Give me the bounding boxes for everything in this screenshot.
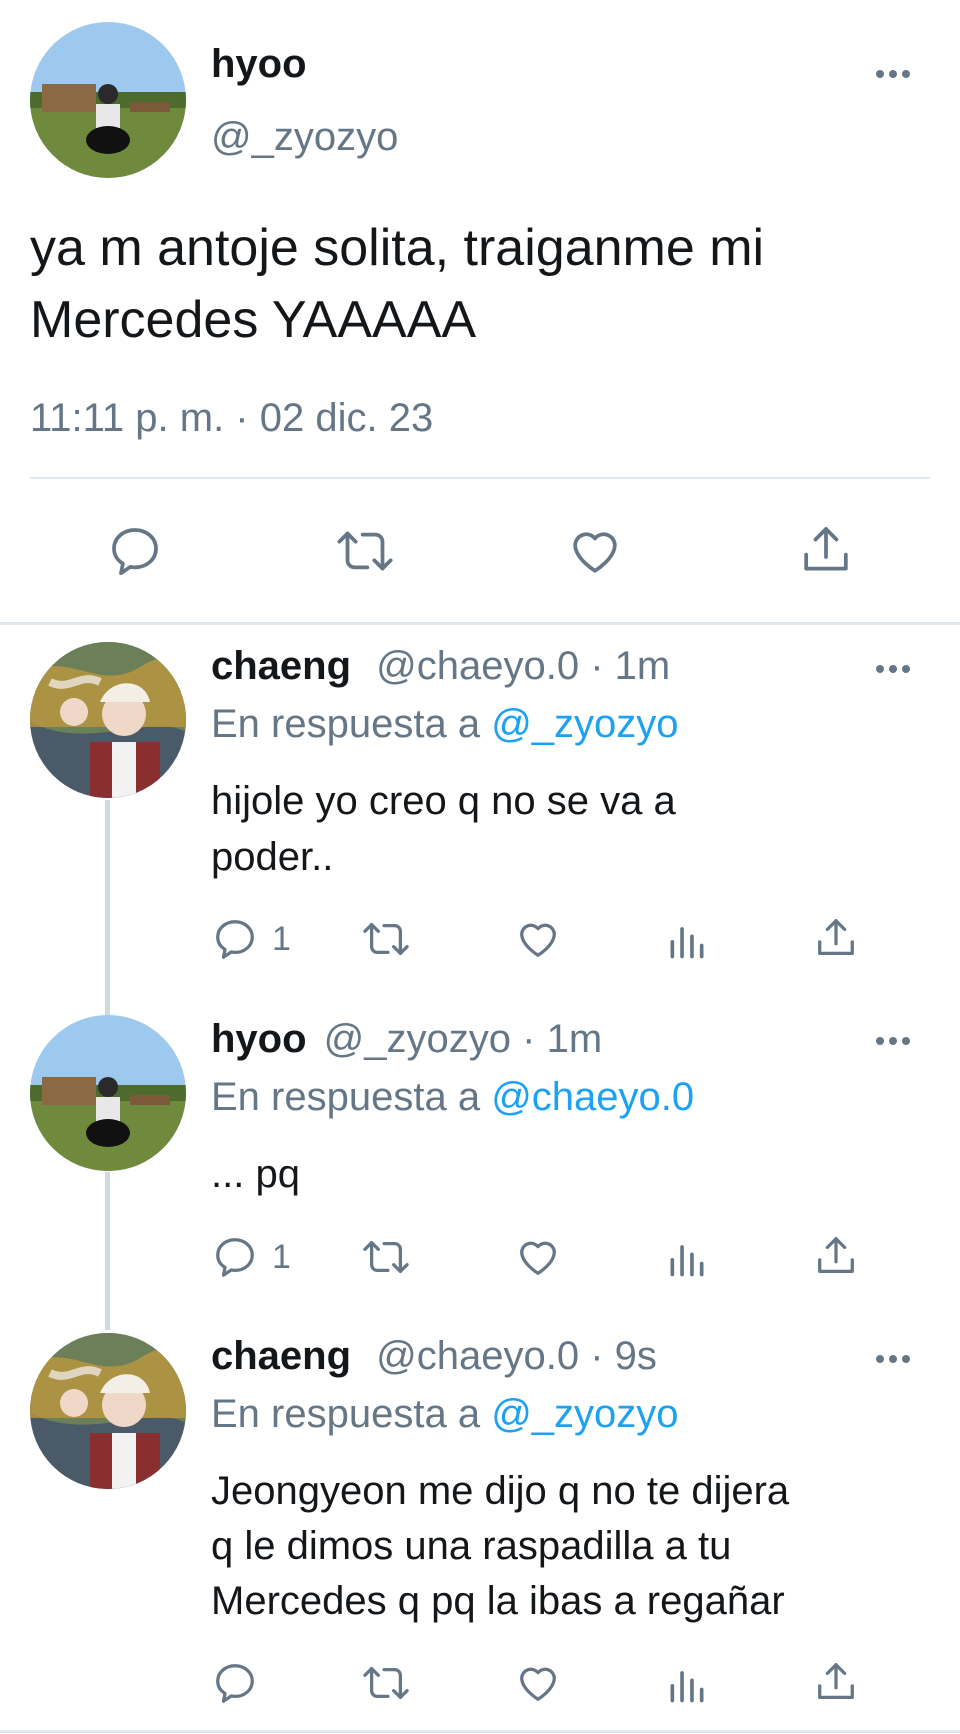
more-options-icon[interactable]	[876, 665, 910, 673]
reply-text: ... pq	[211, 1146, 300, 1202]
handle[interactable]: @_zyozyo	[211, 115, 398, 160]
reply-context: En respuesta a @_zyozyo	[211, 702, 679, 747]
reply-icon[interactable]	[107, 523, 163, 579]
mention-link[interactable]: @_zyozyo	[491, 1392, 678, 1436]
reply-header: chaeng @chaeyo.0 · 1m	[211, 644, 670, 689]
reply-context: En respuesta a @chaeyo.0	[211, 1075, 694, 1120]
avatar-hyoo-image	[30, 22, 186, 178]
retweet-icon[interactable]	[334, 523, 396, 579]
mention-link[interactable]: @_zyozyo	[491, 702, 678, 746]
reply-text-line: poder..	[211, 835, 334, 879]
reply-icon[interactable]	[212, 916, 258, 962]
reply-text-line: ... pq	[211, 1152, 300, 1196]
reply-prefix: En respuesta a	[211, 1392, 481, 1436]
tweet-text: ya m antoje solita, traiganme mi Mercede…	[30, 212, 764, 356]
handle[interactable]: @_zyozyo	[324, 1017, 511, 1061]
reply-text-line: Mercedes q pq la ibas a regañar	[211, 1579, 785, 1623]
analytics-icon[interactable]	[664, 918, 710, 962]
avatar[interactable]	[30, 22, 186, 178]
reply-text-line: hijole yo creo q no se va a	[211, 779, 676, 823]
reply-count: 1	[272, 1238, 291, 1276]
reply-time[interactable]: · 1m	[590, 644, 670, 688]
tweet-text-line: ya m antoje solita, traiganme mi	[30, 219, 765, 277]
thread-line	[105, 1172, 110, 1330]
reply-icon[interactable]	[212, 1234, 258, 1280]
reply-text-line: q le dimos una raspadilla a tu	[211, 1524, 732, 1568]
share-icon[interactable]	[813, 914, 859, 962]
mention-link[interactable]: @chaeyo.0	[491, 1075, 694, 1119]
reply-context: En respuesta a @_zyozyo	[211, 1392, 679, 1437]
reply-header: hyoo @_zyozyo · 1m	[211, 1017, 602, 1062]
avatar[interactable]	[30, 642, 186, 798]
more-options-icon[interactable]	[876, 1037, 910, 1045]
reply-count: 1	[272, 920, 291, 958]
avatar[interactable]	[30, 1015, 186, 1171]
section-divider	[0, 622, 960, 625]
avatar-chaeng-image	[30, 1333, 186, 1489]
retweet-icon[interactable]	[360, 1660, 412, 1706]
display-name[interactable]: chaeng	[211, 644, 351, 688]
reply-text: hijole yo creo q no se va a poder..	[211, 773, 676, 885]
share-icon[interactable]	[798, 521, 854, 579]
more-options-icon[interactable]	[876, 1355, 910, 1363]
analytics-icon[interactable]	[664, 1662, 710, 1706]
like-icon[interactable]	[514, 1234, 562, 1280]
analytics-icon[interactable]	[664, 1236, 710, 1280]
handle[interactable]: @chaeyo.0	[376, 1334, 579, 1378]
like-icon[interactable]	[566, 523, 624, 579]
reply-header: chaeng @chaeyo.0 · 9s	[211, 1334, 657, 1379]
bottom-divider	[0, 1730, 960, 1733]
retweet-icon[interactable]	[360, 916, 412, 962]
display-name[interactable]: chaeng	[211, 1334, 351, 1378]
divider	[30, 477, 930, 479]
like-icon[interactable]	[514, 916, 562, 962]
display-name[interactable]: hyoo	[211, 1017, 307, 1061]
avatar[interactable]	[30, 1333, 186, 1489]
avatar-chaeng-image	[30, 642, 186, 798]
timestamp[interactable]: 11:11 p. m. · 02 dic. 23	[30, 396, 433, 441]
like-icon[interactable]	[514, 1660, 562, 1706]
reply-time[interactable]: · 1m	[522, 1017, 602, 1061]
reply-time[interactable]: · 9s	[590, 1334, 657, 1378]
reply-icon[interactable]	[212, 1660, 258, 1706]
share-icon[interactable]	[813, 1658, 859, 1706]
handle[interactable]: @chaeyo.0	[376, 644, 579, 688]
tweet-text-line: Mercedes YAAAAA	[30, 291, 477, 349]
reply-prefix: En respuesta a	[211, 1075, 481, 1119]
reply-prefix: En respuesta a	[211, 702, 481, 746]
reply-text: Jeongyeon me dijo q no te dijera q le di…	[211, 1464, 789, 1629]
retweet-icon[interactable]	[360, 1234, 412, 1280]
avatar-hyoo-image	[30, 1015, 186, 1171]
thread-line	[105, 800, 110, 1015]
display-name[interactable]: hyoo	[211, 42, 307, 87]
reply-text-line: Jeongyeon me dijo q no te dijera	[211, 1469, 790, 1513]
share-icon[interactable]	[813, 1232, 859, 1280]
more-options-icon[interactable]	[876, 70, 910, 78]
